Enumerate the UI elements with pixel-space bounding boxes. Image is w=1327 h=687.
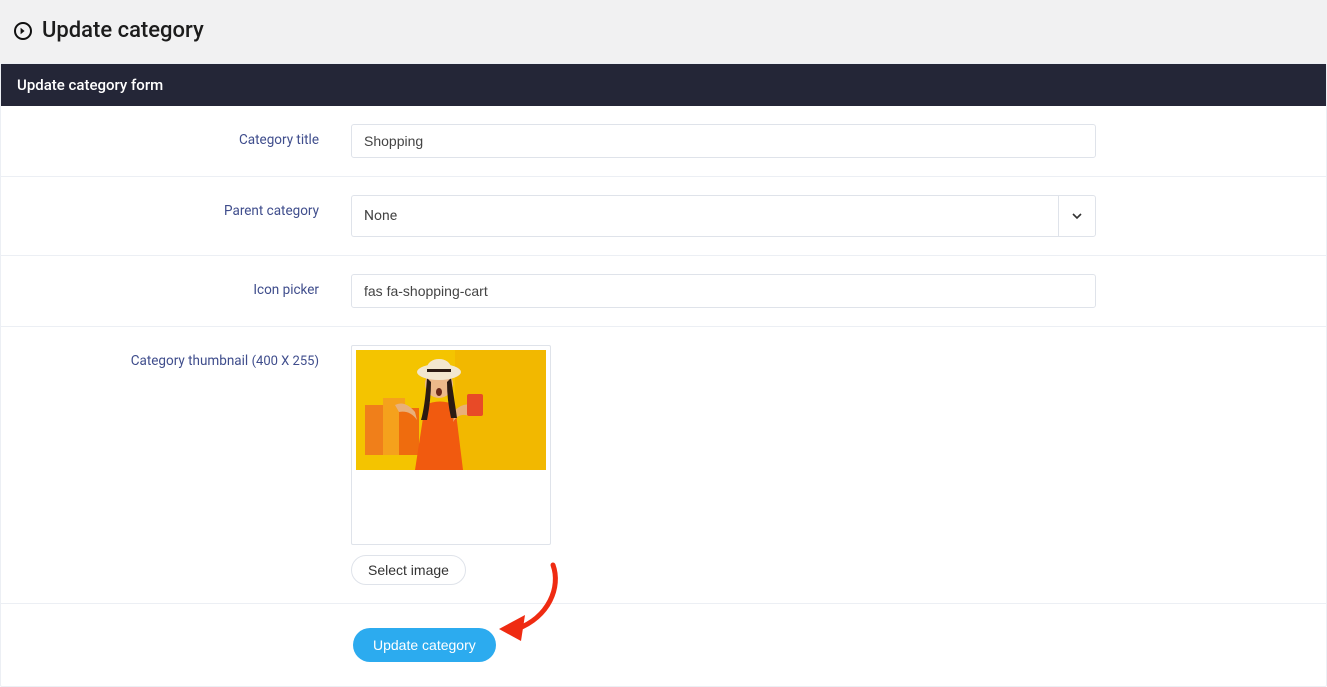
thumbnail-image (356, 350, 546, 470)
form-panel: Update category form Category title Pare… (0, 63, 1327, 687)
icon-picker-label: Icon picker (1, 274, 351, 298)
parent-category-toggle[interactable] (1058, 195, 1096, 237)
row-thumbnail: Category thumbnail (400 X 255) (1, 327, 1326, 604)
row-icon-picker: Icon picker (1, 256, 1326, 327)
parent-category-label: Parent category (1, 195, 351, 219)
row-submit: Update category (1, 604, 1326, 686)
thumbnail-label: Category thumbnail (400 X 255) (1, 345, 351, 369)
icon-picker-input[interactable] (351, 274, 1096, 308)
thumbnail-preview (351, 345, 551, 545)
arrow-circle-right-icon (14, 22, 32, 40)
parent-category-value: None (351, 195, 1058, 237)
thumbnail-label-text: Category thumbnail (131, 353, 249, 369)
row-parent-category: Parent category None (1, 177, 1326, 256)
update-category-button[interactable]: Update category (353, 628, 496, 662)
chevron-down-icon (1072, 211, 1082, 221)
select-image-button[interactable]: Select image (351, 555, 466, 585)
parent-category-select[interactable]: None (351, 195, 1096, 237)
category-title-input[interactable] (351, 124, 1096, 158)
thumbnail-dims: (400 X 255) (252, 354, 319, 369)
page-header: Update category (0, 0, 1327, 63)
page-title: Update category (42, 18, 204, 43)
category-title-label: Category title (1, 124, 351, 148)
panel-title: Update category form (1, 64, 1326, 106)
row-category-title: Category title (1, 106, 1326, 177)
